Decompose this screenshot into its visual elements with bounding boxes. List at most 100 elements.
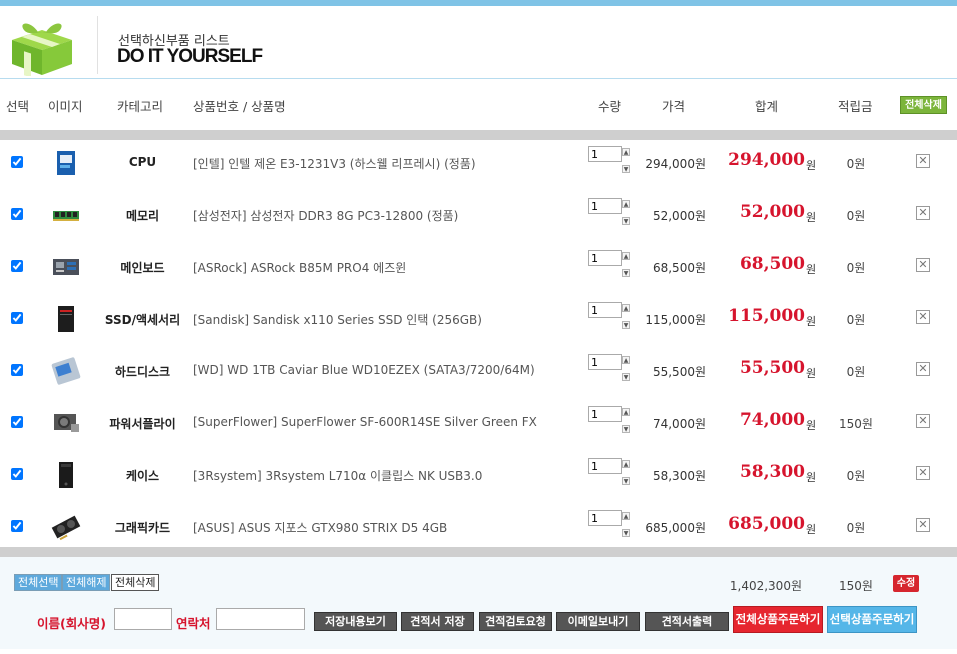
row-price: 68,500원 bbox=[652, 261, 706, 275]
print-quote-button[interactable]: 견적서출력 bbox=[645, 612, 729, 631]
row-total-unit: 원 bbox=[806, 367, 817, 380]
row-category: 파워서플라이 bbox=[109, 417, 176, 431]
row-total: 52,000 bbox=[739, 202, 805, 222]
hard-disk-thumbnail bbox=[51, 357, 81, 385]
row-total-unit: 원 bbox=[806, 159, 817, 172]
send-email-button[interactable]: 이메일보내기 bbox=[556, 612, 640, 631]
save-quote-button[interactable]: 견적서 저장 bbox=[401, 612, 474, 631]
quantity-down-icon[interactable]: ▼ bbox=[622, 425, 630, 433]
column-header-category: 카테고리 bbox=[117, 99, 164, 114]
remove-item-icon[interactable]: ✕ bbox=[916, 466, 930, 480]
remove-item-icon[interactable]: ✕ bbox=[916, 414, 930, 428]
row-product-name[interactable]: [WD] WD 1TB Caviar Blue WD10EZEX (SATA3/… bbox=[193, 363, 535, 377]
quantity-down-icon[interactable]: ▼ bbox=[622, 529, 630, 537]
ssd-thumbnail bbox=[58, 306, 74, 332]
order-panel bbox=[0, 557, 957, 649]
quantity-up-icon[interactable]: ▲ bbox=[622, 460, 630, 468]
row-product-name[interactable]: [ASUS] ASUS 지포스 GTX980 STRIX D5 4GB bbox=[193, 519, 447, 536]
row-product-name[interactable]: [Sandisk] Sandisk x110 Series SSD 인택 (25… bbox=[193, 311, 482, 328]
quantity-input[interactable] bbox=[588, 458, 622, 474]
cpu-box-thumbnail bbox=[57, 151, 75, 175]
quantity-up-icon[interactable]: ▲ bbox=[622, 252, 630, 260]
remove-item-icon[interactable]: ✕ bbox=[916, 310, 930, 324]
request-review-button[interactable]: 견적검토요청 bbox=[479, 612, 552, 631]
row-total: 294,000 bbox=[728, 150, 805, 170]
quantity-input[interactable] bbox=[588, 198, 622, 214]
cart-row: 하드디스크 [WD] WD 1TB Caviar Blue WD10EZEX (… bbox=[0, 348, 957, 400]
grand-total: 1,402,300원 bbox=[729, 579, 802, 593]
quantity-down-icon[interactable]: ▼ bbox=[622, 373, 630, 381]
motherboard-thumbnail bbox=[53, 259, 79, 275]
row-product-name[interactable]: [SuperFlower] SuperFlower SF-600R14SE Si… bbox=[193, 415, 537, 429]
quantity-up-icon[interactable]: ▲ bbox=[622, 512, 630, 520]
cart-row: CPU [인텔] 인텔 제온 E3-1231V3 (하스웰 리프레시) (정품)… bbox=[0, 140, 957, 192]
quantity-input[interactable] bbox=[588, 250, 622, 266]
remove-item-icon[interactable]: ✕ bbox=[916, 518, 930, 532]
quantity-input[interactable] bbox=[588, 146, 622, 162]
gift-box-logo bbox=[12, 23, 72, 76]
row-checkbox[interactable] bbox=[11, 260, 23, 272]
row-product-name[interactable]: [ASRock] ASRock B85M PRO4 에즈윈 bbox=[193, 259, 406, 276]
edit-button[interactable]: 수정 bbox=[893, 575, 919, 592]
deselect-all-button[interactable]: 전체해제 bbox=[62, 574, 111, 591]
table-bottom-bar bbox=[0, 547, 957, 557]
row-category: 메모리 bbox=[125, 209, 160, 223]
remove-item-icon[interactable]: ✕ bbox=[916, 154, 930, 168]
row-points: 150원 bbox=[839, 417, 873, 431]
remove-item-icon[interactable]: ✕ bbox=[916, 258, 930, 272]
view-saved-button[interactable]: 저장내용보기 bbox=[314, 612, 397, 631]
row-checkbox[interactable] bbox=[11, 208, 23, 220]
cart-row: 케이스 [3Rsystem] 3Rsystem L710α 이클립스 NK US… bbox=[0, 452, 957, 504]
quantity-up-icon[interactable]: ▲ bbox=[622, 408, 630, 416]
row-total-unit: 원 bbox=[806, 471, 817, 484]
column-header-total: 합계 bbox=[755, 99, 779, 114]
remove-item-icon[interactable]: ✕ bbox=[916, 206, 930, 220]
row-points: 0원 bbox=[846, 157, 866, 171]
row-points: 0원 bbox=[846, 365, 866, 379]
page-title: DO IT YOURSELF bbox=[117, 46, 263, 67]
select-all-button[interactable]: 전체선택 bbox=[14, 574, 63, 591]
row-checkbox[interactable] bbox=[11, 416, 23, 428]
row-product-name[interactable]: [삼성전자] 삼성전자 DDR3 8G PC3-12800 (정품) bbox=[193, 207, 458, 224]
quantity-down-icon[interactable]: ▼ bbox=[622, 217, 630, 225]
column-header-image: 이미지 bbox=[48, 99, 83, 114]
row-total-unit: 원 bbox=[806, 523, 817, 536]
delete-all-button[interactable]: 전체삭제 bbox=[111, 574, 160, 591]
row-checkbox[interactable] bbox=[11, 364, 23, 376]
row-product-name[interactable]: [인텔] 인텔 제온 E3-1231V3 (하스웰 리프레시) (정품) bbox=[193, 155, 476, 172]
order-selected-button[interactable]: 선택상품주문하기 bbox=[827, 606, 917, 633]
column-header-product: 상품번호 / 상품명 bbox=[193, 99, 286, 114]
cart-row: 파워서플라이 [SuperFlower] SuperFlower SF-600R… bbox=[0, 400, 957, 452]
quantity-up-icon[interactable]: ▲ bbox=[622, 356, 630, 364]
quantity-input[interactable] bbox=[588, 406, 622, 422]
row-product-name[interactable]: [3Rsystem] 3Rsystem L710α 이클립스 NK USB3.0 bbox=[193, 467, 482, 484]
row-category: 하드디스크 bbox=[114, 365, 171, 379]
row-checkbox[interactable] bbox=[11, 156, 23, 168]
quantity-up-icon[interactable]: ▲ bbox=[622, 148, 630, 156]
name-input[interactable] bbox=[114, 608, 172, 630]
remove-item-icon[interactable]: ✕ bbox=[916, 362, 930, 376]
row-points: 0원 bbox=[846, 469, 866, 483]
row-checkbox[interactable] bbox=[11, 520, 23, 532]
row-checkbox[interactable] bbox=[11, 468, 23, 480]
row-checkbox[interactable] bbox=[11, 312, 23, 324]
header-border bbox=[0, 78, 957, 79]
delete-all-button-top[interactable]: 전체삭제 bbox=[900, 96, 947, 114]
row-points: 0원 bbox=[846, 261, 866, 275]
quantity-up-icon[interactable]: ▲ bbox=[622, 200, 630, 208]
quantity-input[interactable] bbox=[588, 510, 622, 526]
power-supply-thumbnail bbox=[54, 414, 79, 432]
quantity-input[interactable] bbox=[588, 354, 622, 370]
name-label: 이름(회사명) bbox=[37, 616, 106, 631]
row-category: 케이스 bbox=[125, 469, 160, 483]
quantity-down-icon[interactable]: ▼ bbox=[622, 477, 630, 485]
quantity-down-icon[interactable]: ▼ bbox=[622, 165, 630, 173]
order-all-button[interactable]: 전체상품주문하기 bbox=[733, 606, 823, 633]
quantity-down-icon[interactable]: ▼ bbox=[622, 269, 630, 277]
row-total: 55,500 bbox=[739, 358, 805, 378]
total-points: 150원 bbox=[839, 579, 873, 593]
quantity-down-icon[interactable]: ▼ bbox=[622, 321, 630, 329]
quantity-input[interactable] bbox=[588, 302, 622, 318]
contact-input[interactable] bbox=[216, 608, 305, 630]
quantity-up-icon[interactable]: ▲ bbox=[622, 304, 630, 312]
